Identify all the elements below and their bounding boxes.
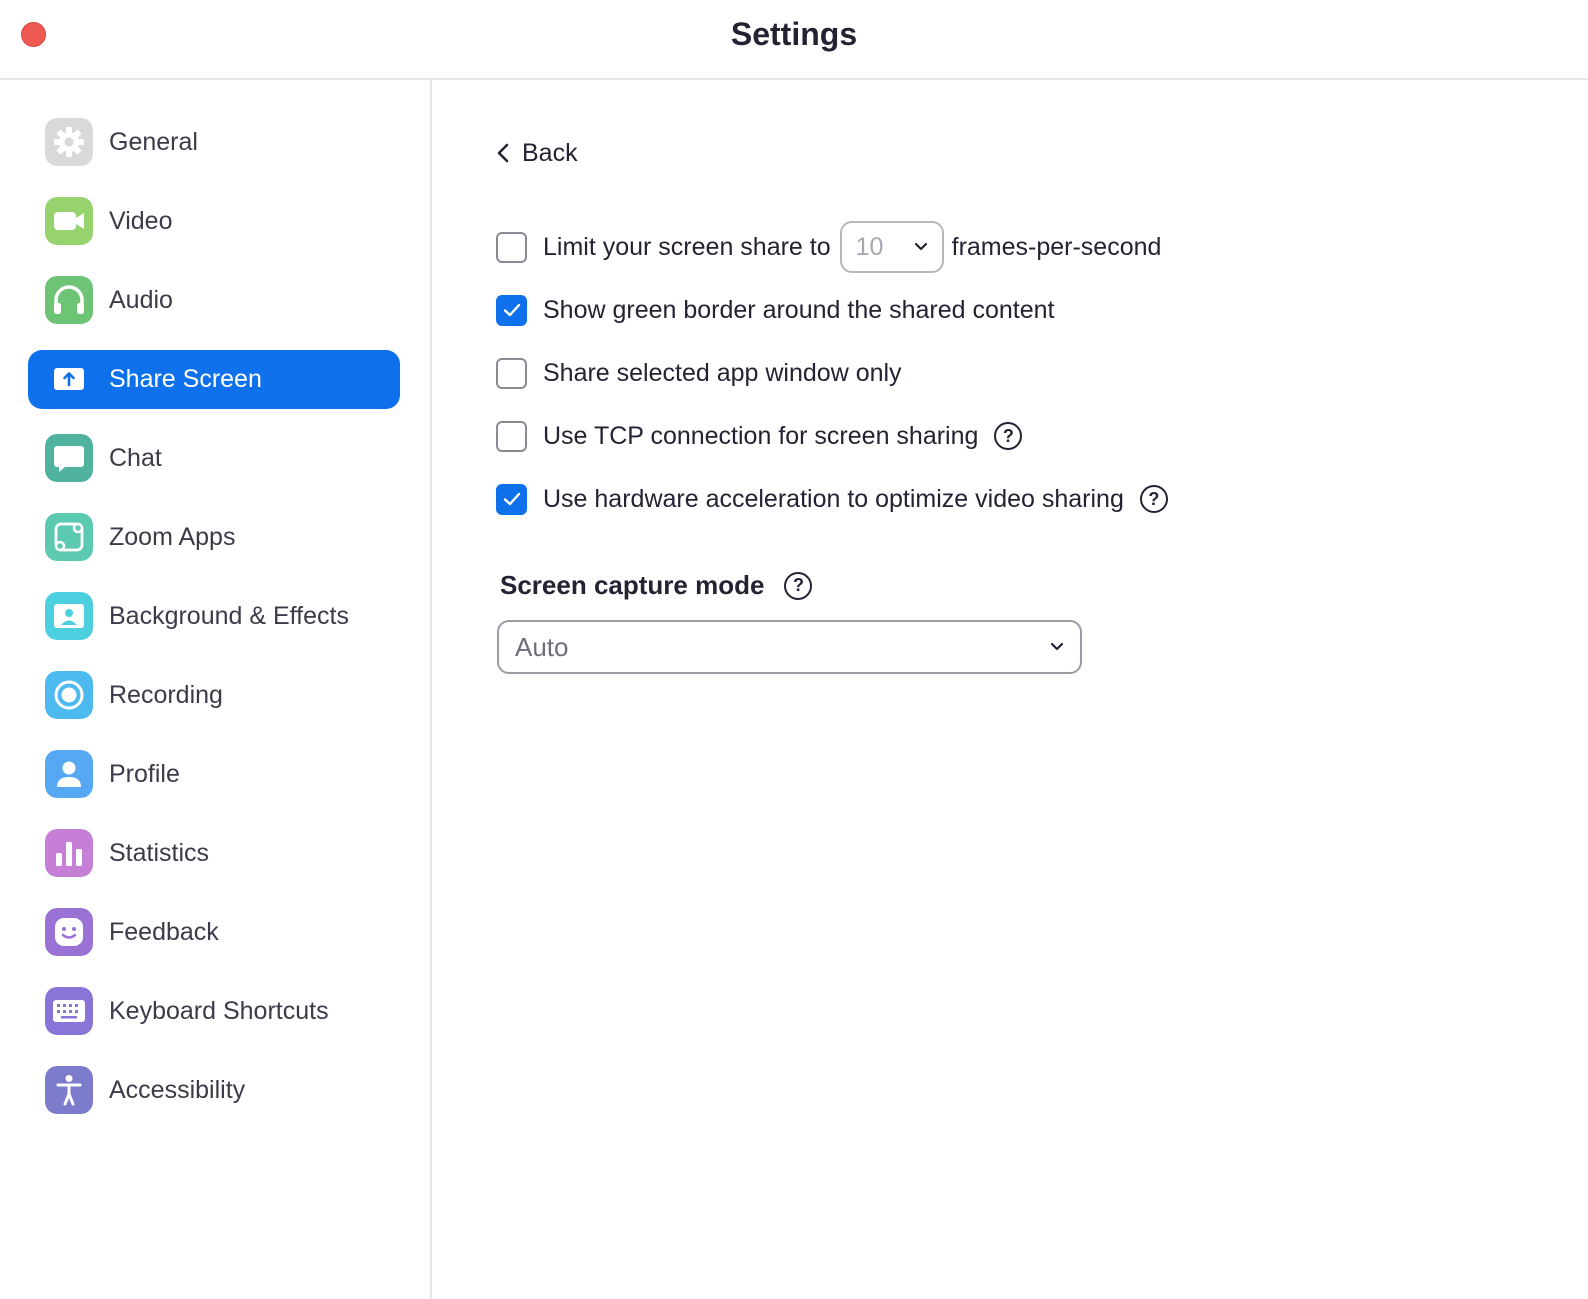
sidebar-item-label: Share Screen xyxy=(109,365,262,393)
bar-chart-icon xyxy=(45,829,93,877)
sidebar-item-label: Statistics xyxy=(109,839,210,867)
fps-unit-label: frames-per-second xyxy=(951,232,1162,261)
option-tcp-connection: Use TCP connection for screen sharing ? xyxy=(496,416,1023,456)
headphones-icon xyxy=(45,276,93,324)
sidebar-item-label: General xyxy=(109,128,198,156)
screen-capture-mode-select[interactable]: Auto xyxy=(497,620,1082,674)
selected-app-only-label: Share selected app window only xyxy=(543,358,902,387)
tcp-connection-checkbox[interactable] xyxy=(496,420,527,452)
sidebar-item-accessibility[interactable]: Accessibility xyxy=(28,1061,400,1120)
apps-icon xyxy=(45,513,93,561)
gear-icon xyxy=(45,118,93,166)
sidebar-item-zoom-apps[interactable]: Zoom Apps xyxy=(28,508,400,567)
window-title: Settings xyxy=(730,16,858,52)
sidebar-item-video[interactable]: Video xyxy=(28,192,400,251)
hardware-acceleration-checkbox[interactable] xyxy=(496,483,527,515)
share-screen-advanced-panel: Back Limit your screen share to 10 frame… xyxy=(434,80,1588,1299)
tcp-connection-label: Use TCP connection for screen sharing xyxy=(543,421,979,450)
video-camera-icon xyxy=(45,197,93,245)
sidebar-item-label: Video xyxy=(109,207,173,235)
green-border-checkbox[interactable] xyxy=(496,294,527,326)
sidebar-item-label: Feedback xyxy=(109,918,219,946)
fps-value: 10 xyxy=(855,232,884,261)
share-screen-icon xyxy=(54,368,84,390)
back-label: Back xyxy=(522,138,578,167)
settings-sidebar: General Video Audio Share Screen Chat Zo… xyxy=(0,80,432,1299)
option-limit-fps: Limit your screen share to 10 frames-per… xyxy=(496,221,1162,273)
option-hardware-acceleration: Use hardware acceleration to optimize vi… xyxy=(496,479,1168,519)
green-border-label: Show green border around the shared cont… xyxy=(543,295,1055,324)
sidebar-item-profile[interactable]: Profile xyxy=(28,745,400,804)
smiley-icon xyxy=(45,908,93,956)
sidebar-item-label: Profile xyxy=(109,760,180,788)
sidebar-item-label: Chat xyxy=(109,444,162,472)
sidebar-item-chat[interactable]: Chat xyxy=(28,429,400,488)
sidebar-item-label: Keyboard Shortcuts xyxy=(109,997,329,1025)
accessibility-icon xyxy=(45,1066,93,1114)
sidebar-item-share-screen[interactable]: Share Screen xyxy=(28,350,400,409)
sidebar-item-feedback[interactable]: Feedback xyxy=(28,903,400,962)
sidebar-item-general[interactable]: General xyxy=(28,113,400,172)
chevron-left-icon xyxy=(497,143,509,163)
limit-fps-checkbox[interactable] xyxy=(496,231,527,263)
person-icon xyxy=(45,750,93,798)
option-green-border: Show green border around the shared cont… xyxy=(496,290,1054,330)
sidebar-item-label: Audio xyxy=(109,286,173,314)
background-person-icon xyxy=(45,592,93,640)
sidebar-item-recording[interactable]: Recording xyxy=(28,666,400,725)
option-selected-app-only: Share selected app window only xyxy=(496,353,902,393)
checkmark-icon xyxy=(503,492,520,506)
checkmark-icon xyxy=(503,303,520,317)
sidebar-item-label: Recording xyxy=(109,681,223,709)
sidebar-item-background-effects[interactable]: Background & Effects xyxy=(28,587,400,646)
hardware-acceleration-label: Use hardware acceleration to optimize vi… xyxy=(543,484,1124,513)
title-bar: Settings xyxy=(0,0,1588,80)
selected-app-only-checkbox[interactable] xyxy=(496,357,527,389)
keyboard-icon xyxy=(45,987,93,1035)
sidebar-item-label: Background & Effects xyxy=(109,602,349,630)
fps-select[interactable]: 10 xyxy=(839,221,944,273)
sidebar-item-keyboard-shortcuts[interactable]: Keyboard Shortcuts xyxy=(28,982,400,1041)
limit-fps-label: Limit your screen share to xyxy=(543,232,831,261)
chat-bubble-icon xyxy=(45,434,93,482)
screen-capture-mode-heading: Screen capture mode ? xyxy=(500,570,813,601)
back-button[interactable]: Back xyxy=(496,135,578,171)
sidebar-item-audio[interactable]: Audio xyxy=(28,271,400,330)
section-title: Screen capture mode xyxy=(500,570,765,600)
help-icon[interactable]: ? xyxy=(994,422,1023,450)
help-icon[interactable]: ? xyxy=(1139,485,1168,513)
help-icon[interactable]: ? xyxy=(784,571,813,600)
record-icon xyxy=(45,671,93,719)
sidebar-item-statistics[interactable]: Statistics xyxy=(28,824,400,883)
sidebar-item-label: Zoom Apps xyxy=(109,523,236,551)
sidebar-item-label: Accessibility xyxy=(109,1076,246,1104)
capture-mode-value: Auto xyxy=(515,631,569,662)
chevron-down-icon xyxy=(914,242,927,251)
chevron-down-icon xyxy=(1050,642,1064,651)
